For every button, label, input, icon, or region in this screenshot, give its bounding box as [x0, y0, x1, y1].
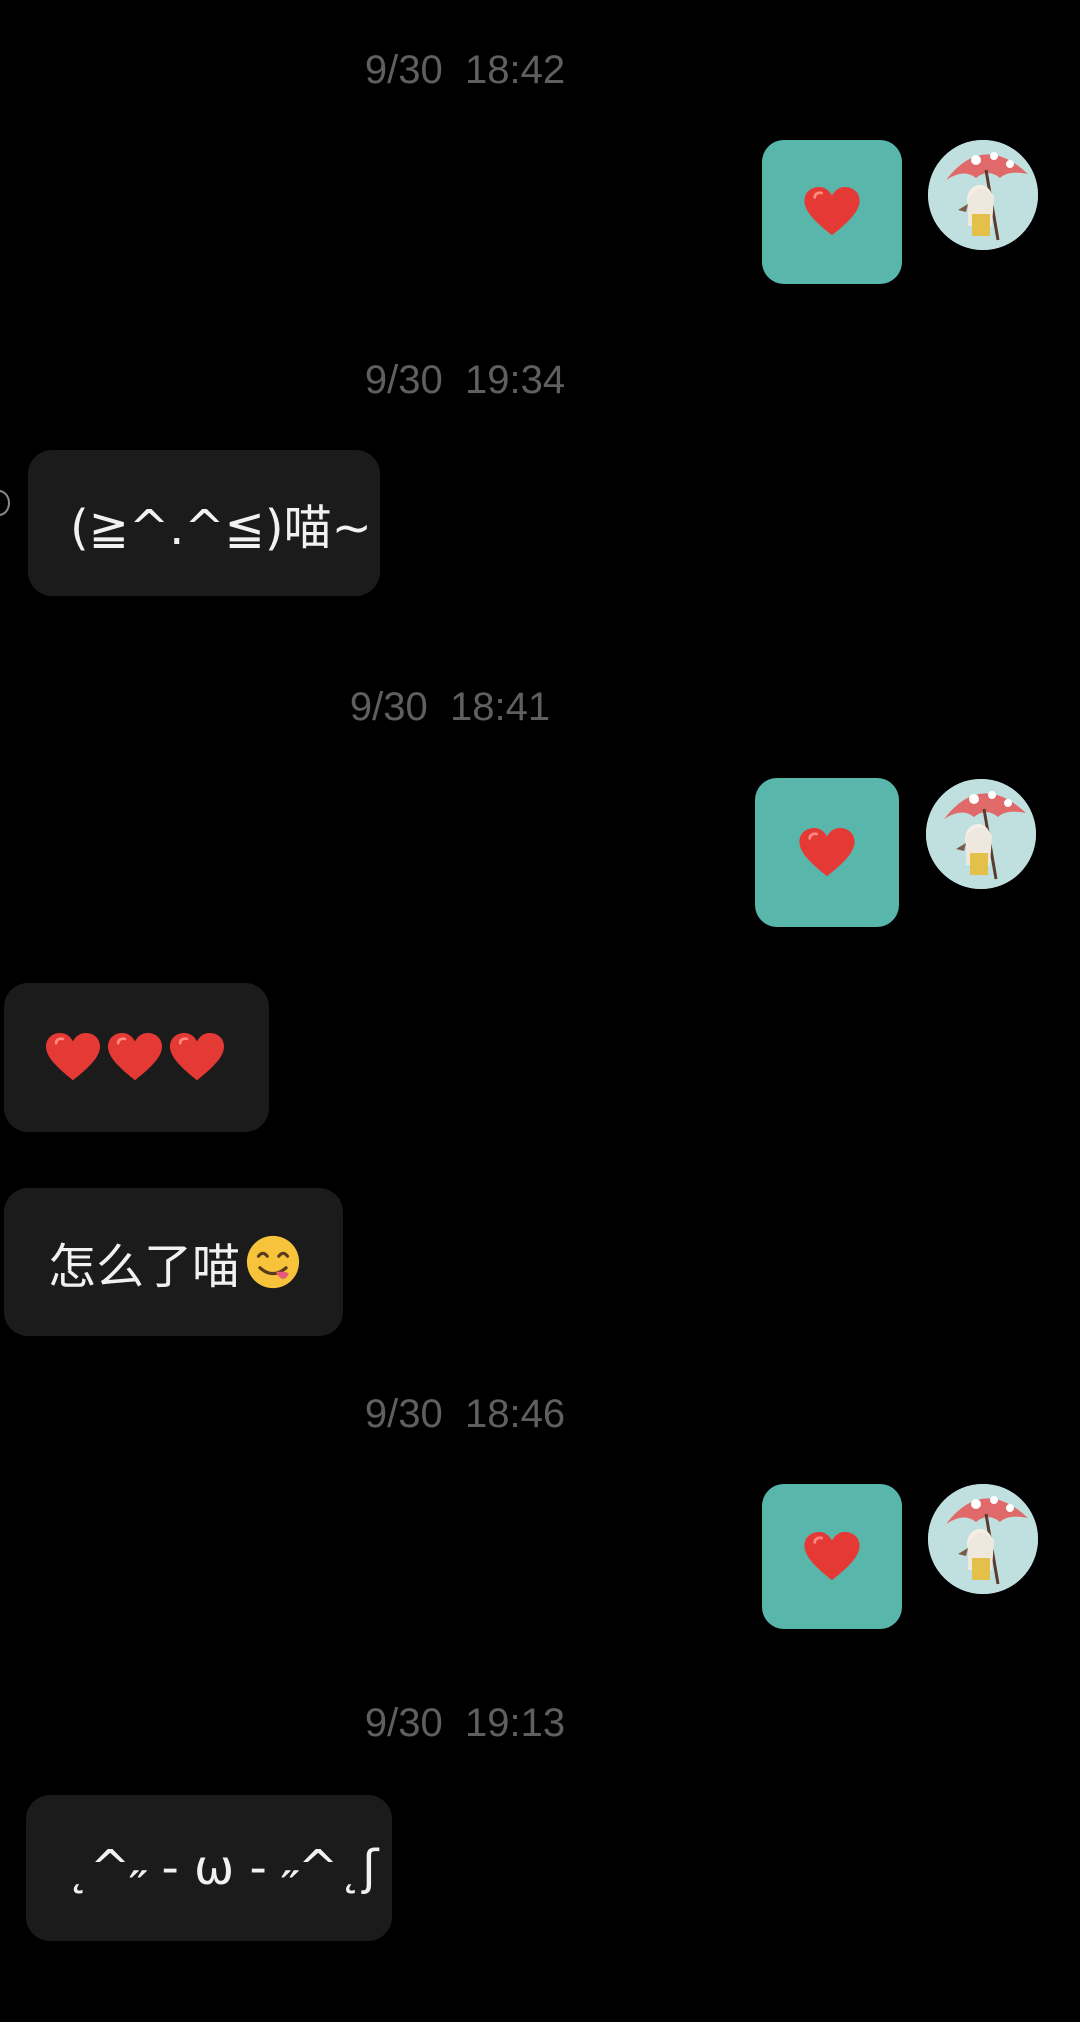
- message-text: ˛^˶ - ω - ˶^˛ʃ: [66, 1840, 379, 1896]
- outgoing-message-bubble[interactable]: [762, 1484, 902, 1629]
- outgoing-message-bubble[interactable]: [755, 778, 899, 927]
- avatar[interactable]: [926, 779, 1036, 889]
- heart-icon: [799, 827, 855, 878]
- heart-icon: [804, 1531, 860, 1582]
- incoming-message-bubble[interactable]: ˛^˶ - ω - ˶^˛ʃ: [26, 1795, 392, 1941]
- avatar[interactable]: [928, 1484, 1038, 1594]
- incoming-message-bubble[interactable]: (≧^.^≦)喵~: [28, 450, 380, 596]
- heart-icon: [108, 1033, 162, 1082]
- incoming-message-bubble[interactable]: 怎么了喵: [4, 1188, 343, 1336]
- timestamp: 9/30 19:13: [364, 1701, 566, 1745]
- partial-avatar-edge: [0, 490, 10, 516]
- timestamp: 9/30 18:46: [364, 1392, 566, 1436]
- face-savoring-food-icon: [244, 1233, 302, 1291]
- timestamp: 9/30 19:34: [364, 358, 566, 402]
- message-text: 怎么了喵: [48, 1239, 241, 1295]
- avatar[interactable]: [928, 140, 1038, 250]
- incoming-message-bubble[interactable]: [4, 983, 269, 1132]
- message-text: (≧^.^≦)喵~: [70, 500, 372, 556]
- timestamp: 9/30 18:41: [349, 685, 551, 729]
- avatar-girl-umbrella-icon: [928, 140, 1038, 250]
- timestamp: 9/30 18:42: [364, 48, 566, 92]
- heart-icon: [46, 1033, 100, 1082]
- hearts-row: [46, 1033, 224, 1082]
- heart-icon: [170, 1033, 224, 1082]
- heart-icon: [804, 187, 860, 237]
- outgoing-message-bubble[interactable]: [762, 140, 902, 284]
- avatar-girl-umbrella-icon: [928, 1484, 1038, 1594]
- avatar-girl-umbrella-icon: [926, 779, 1036, 889]
